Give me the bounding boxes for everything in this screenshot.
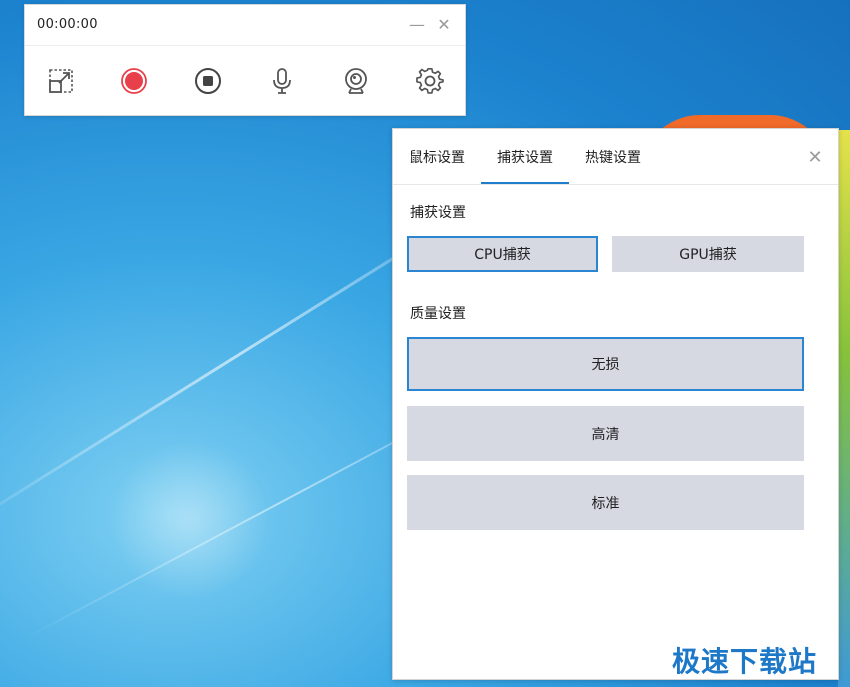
active-tab-indicator	[481, 182, 569, 184]
recording-timer: 00:00:00	[37, 17, 98, 32]
quality-lossless-button[interactable]: 无损	[407, 337, 804, 391]
region-select-icon	[49, 69, 73, 93]
wallpaper-glow	[110, 440, 270, 600]
stop-icon	[195, 68, 221, 94]
site-watermark: 极速下载站	[672, 645, 818, 678]
webcam-button[interactable]	[338, 63, 374, 99]
close-button[interactable]: ✕	[433, 13, 455, 35]
minimize-button[interactable]: —	[406, 13, 428, 35]
capture-section-label: 捕获设置	[410, 205, 466, 221]
panel-close-button[interactable]: ✕	[805, 147, 825, 168]
microphone-icon	[273, 68, 291, 94]
tab-hotkey-settings[interactable]: 热键设置	[585, 147, 641, 185]
quality-hd-button[interactable]: 高清	[407, 406, 804, 461]
quality-section-label: 质量设置	[410, 306, 466, 322]
tab-capture-settings[interactable]: 捕获设置	[497, 147, 553, 185]
tab-mouse-settings[interactable]: 鼠标设置	[409, 147, 465, 185]
cpu-capture-button[interactable]: CPU捕获	[407, 236, 598, 272]
record-button[interactable]	[116, 63, 152, 99]
microphone-button[interactable]	[264, 63, 300, 99]
wallpaper-edge	[838, 130, 850, 687]
recorder-toolbar-window: 00:00:00 — ✕	[24, 4, 466, 116]
settings-button[interactable]	[412, 63, 448, 99]
settings-gear-icon	[416, 67, 444, 94]
quality-standard-button[interactable]: 标准	[407, 475, 804, 530]
gpu-capture-button[interactable]: GPU捕获	[612, 236, 804, 272]
stop-button[interactable]	[190, 63, 226, 99]
region-select-button[interactable]	[43, 63, 79, 99]
record-icon	[121, 68, 147, 94]
settings-panel: 鼠标设置 捕获设置 热键设置 ✕ 捕获设置 CPU捕获 GPU捕获 质量设置 无…	[392, 128, 839, 680]
settings-tabs: 鼠标设置 捕获设置 热键设置 ✕	[393, 129, 838, 185]
webcam-icon	[345, 68, 367, 94]
toolbar-divider	[25, 45, 465, 46]
